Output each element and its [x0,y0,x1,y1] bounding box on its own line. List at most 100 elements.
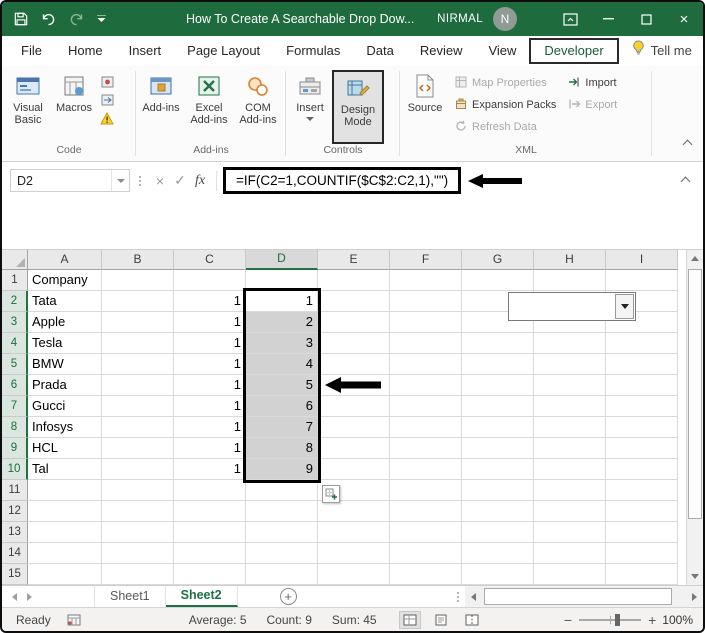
row-header-5[interactable]: 5 [2,354,28,375]
source-button[interactable]: Source [402,68,448,144]
refresh-data-button[interactable]: Refresh Data [450,116,561,138]
cell-F12[interactable] [390,501,462,522]
cell-I15[interactable] [606,564,678,585]
cell-H4[interactable] [534,333,606,354]
cell-C1[interactable] [174,270,246,291]
cell-D7[interactable]: 6 [246,396,318,417]
cell-B3[interactable] [102,312,174,333]
cell-B4[interactable] [102,333,174,354]
scroll-up-button[interactable] [687,250,703,267]
expansion-packs-button[interactable]: Expansion Packs [450,94,561,116]
cell-G7[interactable] [462,396,534,417]
tab-review[interactable]: Review [407,38,476,64]
row-header-3[interactable]: 3 [2,312,28,333]
maximize-button[interactable] [627,2,665,36]
cell-G11[interactable] [462,480,534,501]
cell-C11[interactable] [174,480,246,501]
cell-G6[interactable] [462,375,534,396]
row-header-15[interactable]: 15 [2,564,28,585]
undo-icon[interactable] [41,13,56,26]
cell-D11[interactable] [246,480,318,501]
import-button[interactable]: Import [563,72,622,94]
cell-B14[interactable] [102,543,174,564]
avatar[interactable]: N [493,7,517,31]
cell-F10[interactable] [390,459,462,480]
cell-H11[interactable] [534,480,606,501]
scroll-left-button[interactable] [465,586,482,607]
cell-B13[interactable] [102,522,174,543]
cell-A14[interactable] [28,543,102,564]
zoom-slider-thumb[interactable] [615,613,621,626]
cell-D6[interactable]: 5 [246,375,318,396]
zoom-out-button[interactable]: − [564,613,572,627]
cell-E14[interactable] [318,543,390,564]
cell-E7[interactable] [318,396,390,417]
autofill-options-button[interactable] [322,485,340,503]
cell-A4[interactable]: Tesla [28,333,102,354]
cell-A2[interactable]: Tata [28,291,102,312]
macros-button[interactable]: Macros [52,68,96,144]
cell-F1[interactable] [390,270,462,291]
name-box-dropdown-icon[interactable] [111,170,129,191]
cell-D4[interactable]: 3 [246,333,318,354]
column-header-I[interactable]: I [606,250,678,270]
insert-function-icon[interactable]: fx [190,173,210,189]
cell-D15[interactable] [246,564,318,585]
row-header-14[interactable]: 14 [2,543,28,564]
cell-I8[interactable] [606,417,678,438]
row-header-9[interactable]: 9 [2,438,28,459]
cell-C7[interactable]: 1 [174,396,246,417]
tab-formulas[interactable]: Formulas [273,38,353,64]
normal-view-button[interactable] [398,610,421,629]
cell-D5[interactable]: 4 [246,354,318,375]
cell-E15[interactable] [318,564,390,585]
cell-C3[interactable]: 1 [174,312,246,333]
scroll-right-button[interactable] [686,586,703,607]
cell-B12[interactable] [102,501,174,522]
cell-D2[interactable]: 1 [246,291,318,312]
cell-A8[interactable]: Infosys [28,417,102,438]
column-header-E[interactable]: E [318,250,390,270]
cell-C12[interactable] [174,501,246,522]
cell-E13[interactable] [318,522,390,543]
cell-H6[interactable] [534,375,606,396]
name-box[interactable]: D2 [10,169,130,192]
cell-F3[interactable] [390,312,462,333]
cell-I12[interactable] [606,501,678,522]
company-combobox[interactable] [508,292,636,321]
column-header-C[interactable]: C [174,250,246,270]
cell-E4[interactable] [318,333,390,354]
tab-splitter[interactable] [457,595,459,598]
cell-H8[interactable] [534,417,606,438]
cell-I5[interactable] [606,354,678,375]
minimize-button[interactable] [589,2,627,36]
cell-H12[interactable] [534,501,606,522]
visual-basic-button[interactable]: Visual Basic [4,68,52,144]
cell-F9[interactable] [390,438,462,459]
new-sheet-button[interactable]: + [279,588,297,605]
cell-B10[interactable] [102,459,174,480]
tab-view[interactable]: View [475,38,529,64]
row-header-4[interactable]: 4 [2,333,28,354]
close-button[interactable]: × [665,2,703,36]
cell-H10[interactable] [534,459,606,480]
cell-I4[interactable] [606,333,678,354]
horizontal-scrollbar-track[interactable] [482,586,686,607]
cell-B5[interactable] [102,354,174,375]
cell-I11[interactable] [606,480,678,501]
macro-security-icon[interactable] [98,110,116,126]
cell-C8[interactable]: 1 [174,417,246,438]
addins-button[interactable]: Add-ins [138,68,184,144]
cell-F8[interactable] [390,417,462,438]
cell-H14[interactable] [534,543,606,564]
cell-C10[interactable]: 1 [174,459,246,480]
row-header-10[interactable]: 10 [2,459,28,480]
tab-developer[interactable]: Developer [529,38,619,64]
zoom-in-button[interactable]: + [648,613,656,627]
cell-D9[interactable]: 8 [246,438,318,459]
cell-A5[interactable]: BMW [28,354,102,375]
cell-C13[interactable] [174,522,246,543]
page-layout-view-button[interactable] [430,611,452,629]
export-button[interactable]: Export [563,94,622,116]
sheet-tab-sheet2[interactable]: Sheet2 [165,586,238,607]
